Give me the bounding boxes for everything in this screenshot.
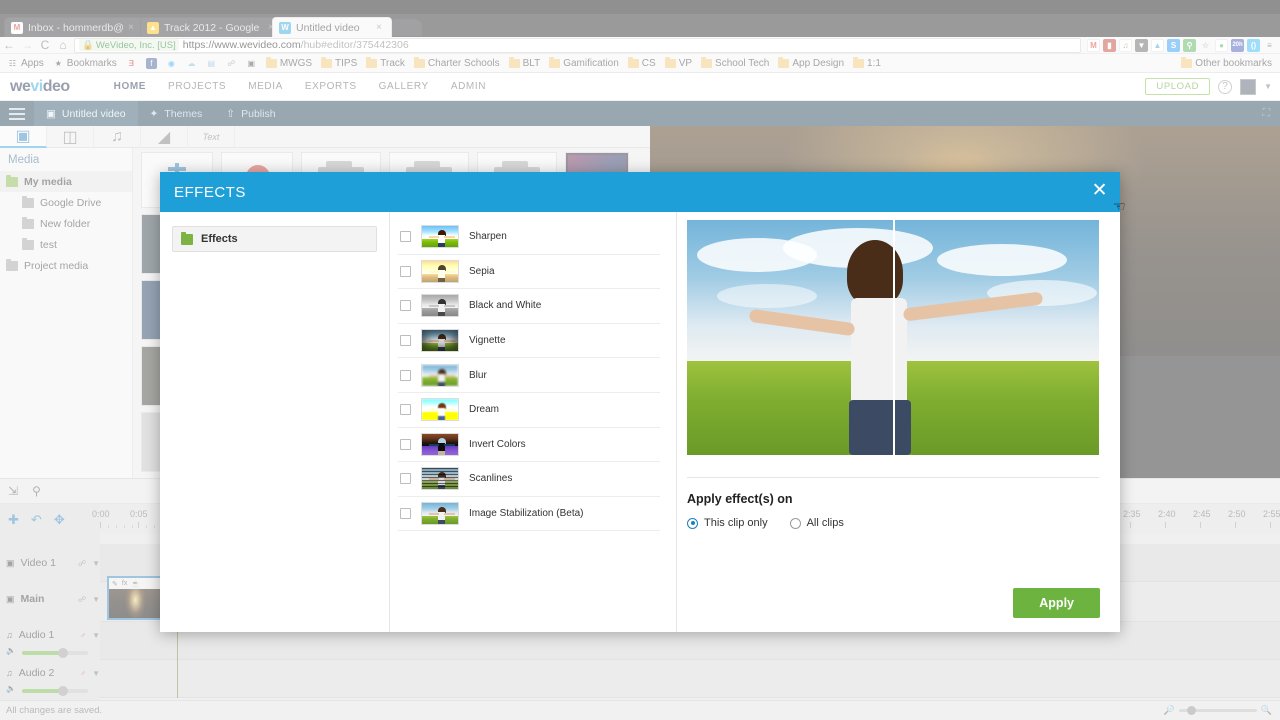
effect-checkbox[interactable]	[400, 404, 411, 416]
effect-thumbnail	[421, 294, 459, 318]
radio-indicator[interactable]	[789, 517, 801, 529]
effect-checkbox[interactable]	[400, 335, 411, 347]
radio-indicator[interactable]	[687, 517, 698, 529]
effect-row-blur[interactable]: Blur	[398, 358, 660, 393]
effect-thumbnail	[421, 467, 459, 491]
radio-all-clips[interactable]: All clips	[789, 517, 844, 529]
effect-thumbnail	[421, 502, 459, 526]
apply-section-title: Apply effect(s) on	[687, 492, 793, 506]
folder-icon	[181, 231, 193, 245]
effect-comparison-preview	[687, 220, 1099, 455]
effect-thumbnail	[421, 398, 459, 422]
effect-label: Vignette	[469, 335, 506, 347]
effect-label: Sepia	[469, 265, 495, 277]
effect-row-scanlines[interactable]: Scanlines	[398, 462, 660, 497]
close-icon[interactable]: ✕	[1092, 181, 1108, 200]
effect-thumbnail	[421, 225, 459, 249]
effect-label: Blur	[469, 369, 487, 381]
effect-label: Scanlines	[469, 473, 513, 485]
before-after-divider[interactable]	[893, 220, 895, 455]
effect-thumbnail	[421, 259, 459, 283]
effect-checkbox[interactable]	[400, 231, 411, 243]
effect-row-dream[interactable]: Dream	[398, 393, 660, 428]
effect-row-black-and-white[interactable]: Black and White	[398, 289, 660, 324]
effect-checkbox[interactable]	[400, 508, 411, 520]
effects-dialog-title: EFFECTS	[174, 183, 246, 201]
effect-label: Black and White	[469, 300, 542, 312]
effect-row-invert-colors[interactable]: Invert Colors	[398, 428, 660, 463]
effects-dialog-header: EFFECTS ✕	[160, 172, 1120, 212]
apply-button[interactable]: Apply	[1013, 588, 1100, 618]
radio-label: All clips	[806, 517, 844, 529]
effect-thumbnail	[421, 432, 459, 456]
effect-checkbox[interactable]	[400, 369, 411, 381]
effect-label: Invert Colors	[469, 438, 526, 450]
effect-row-sharpen[interactable]: Sharpen	[398, 220, 660, 255]
radio-label: This clip only	[704, 517, 768, 529]
effect-checkbox[interactable]	[400, 265, 411, 277]
divider	[687, 477, 1099, 478]
effects-preview-pane: Apply effect(s) on This clip only All cl…	[677, 212, 1120, 632]
effects-dialog-body: Effects Sharpen Sepia Black and White Vi…	[160, 212, 1120, 632]
effect-row-sepia[interactable]: Sepia	[398, 255, 660, 290]
effects-category-label: Effects	[201, 233, 238, 245]
effect-checkbox[interactable]	[400, 438, 411, 450]
effect-thumbnail	[421, 363, 459, 387]
effect-row-vignette[interactable]: Vignette	[398, 324, 660, 359]
effects-dialog: EFFECTS ✕ Effects Sharpen Sepia Black an…	[160, 172, 1120, 632]
effect-checkbox[interactable]	[400, 473, 411, 485]
effects-category-item[interactable]: Effects	[172, 226, 377, 252]
effects-list: Sharpen Sepia Black and White Vignette B…	[390, 212, 677, 632]
radio-this-clip-only[interactable]: This clip only	[687, 517, 768, 529]
effect-label: Sharpen	[469, 231, 507, 243]
effect-thumbnail	[421, 329, 459, 353]
effect-row-image-stabilization[interactable]: Image Stabilization (Beta)	[398, 497, 660, 532]
mouse-cursor: ☜	[1113, 198, 1126, 214]
effect-checkbox[interactable]	[400, 300, 411, 312]
effect-label: Dream	[469, 404, 500, 416]
effect-label: Image Stabilization (Beta)	[469, 508, 584, 520]
effects-category-sidebar: Effects	[160, 212, 390, 632]
apply-scope-radio-group: This clip only All clips	[687, 517, 1108, 529]
